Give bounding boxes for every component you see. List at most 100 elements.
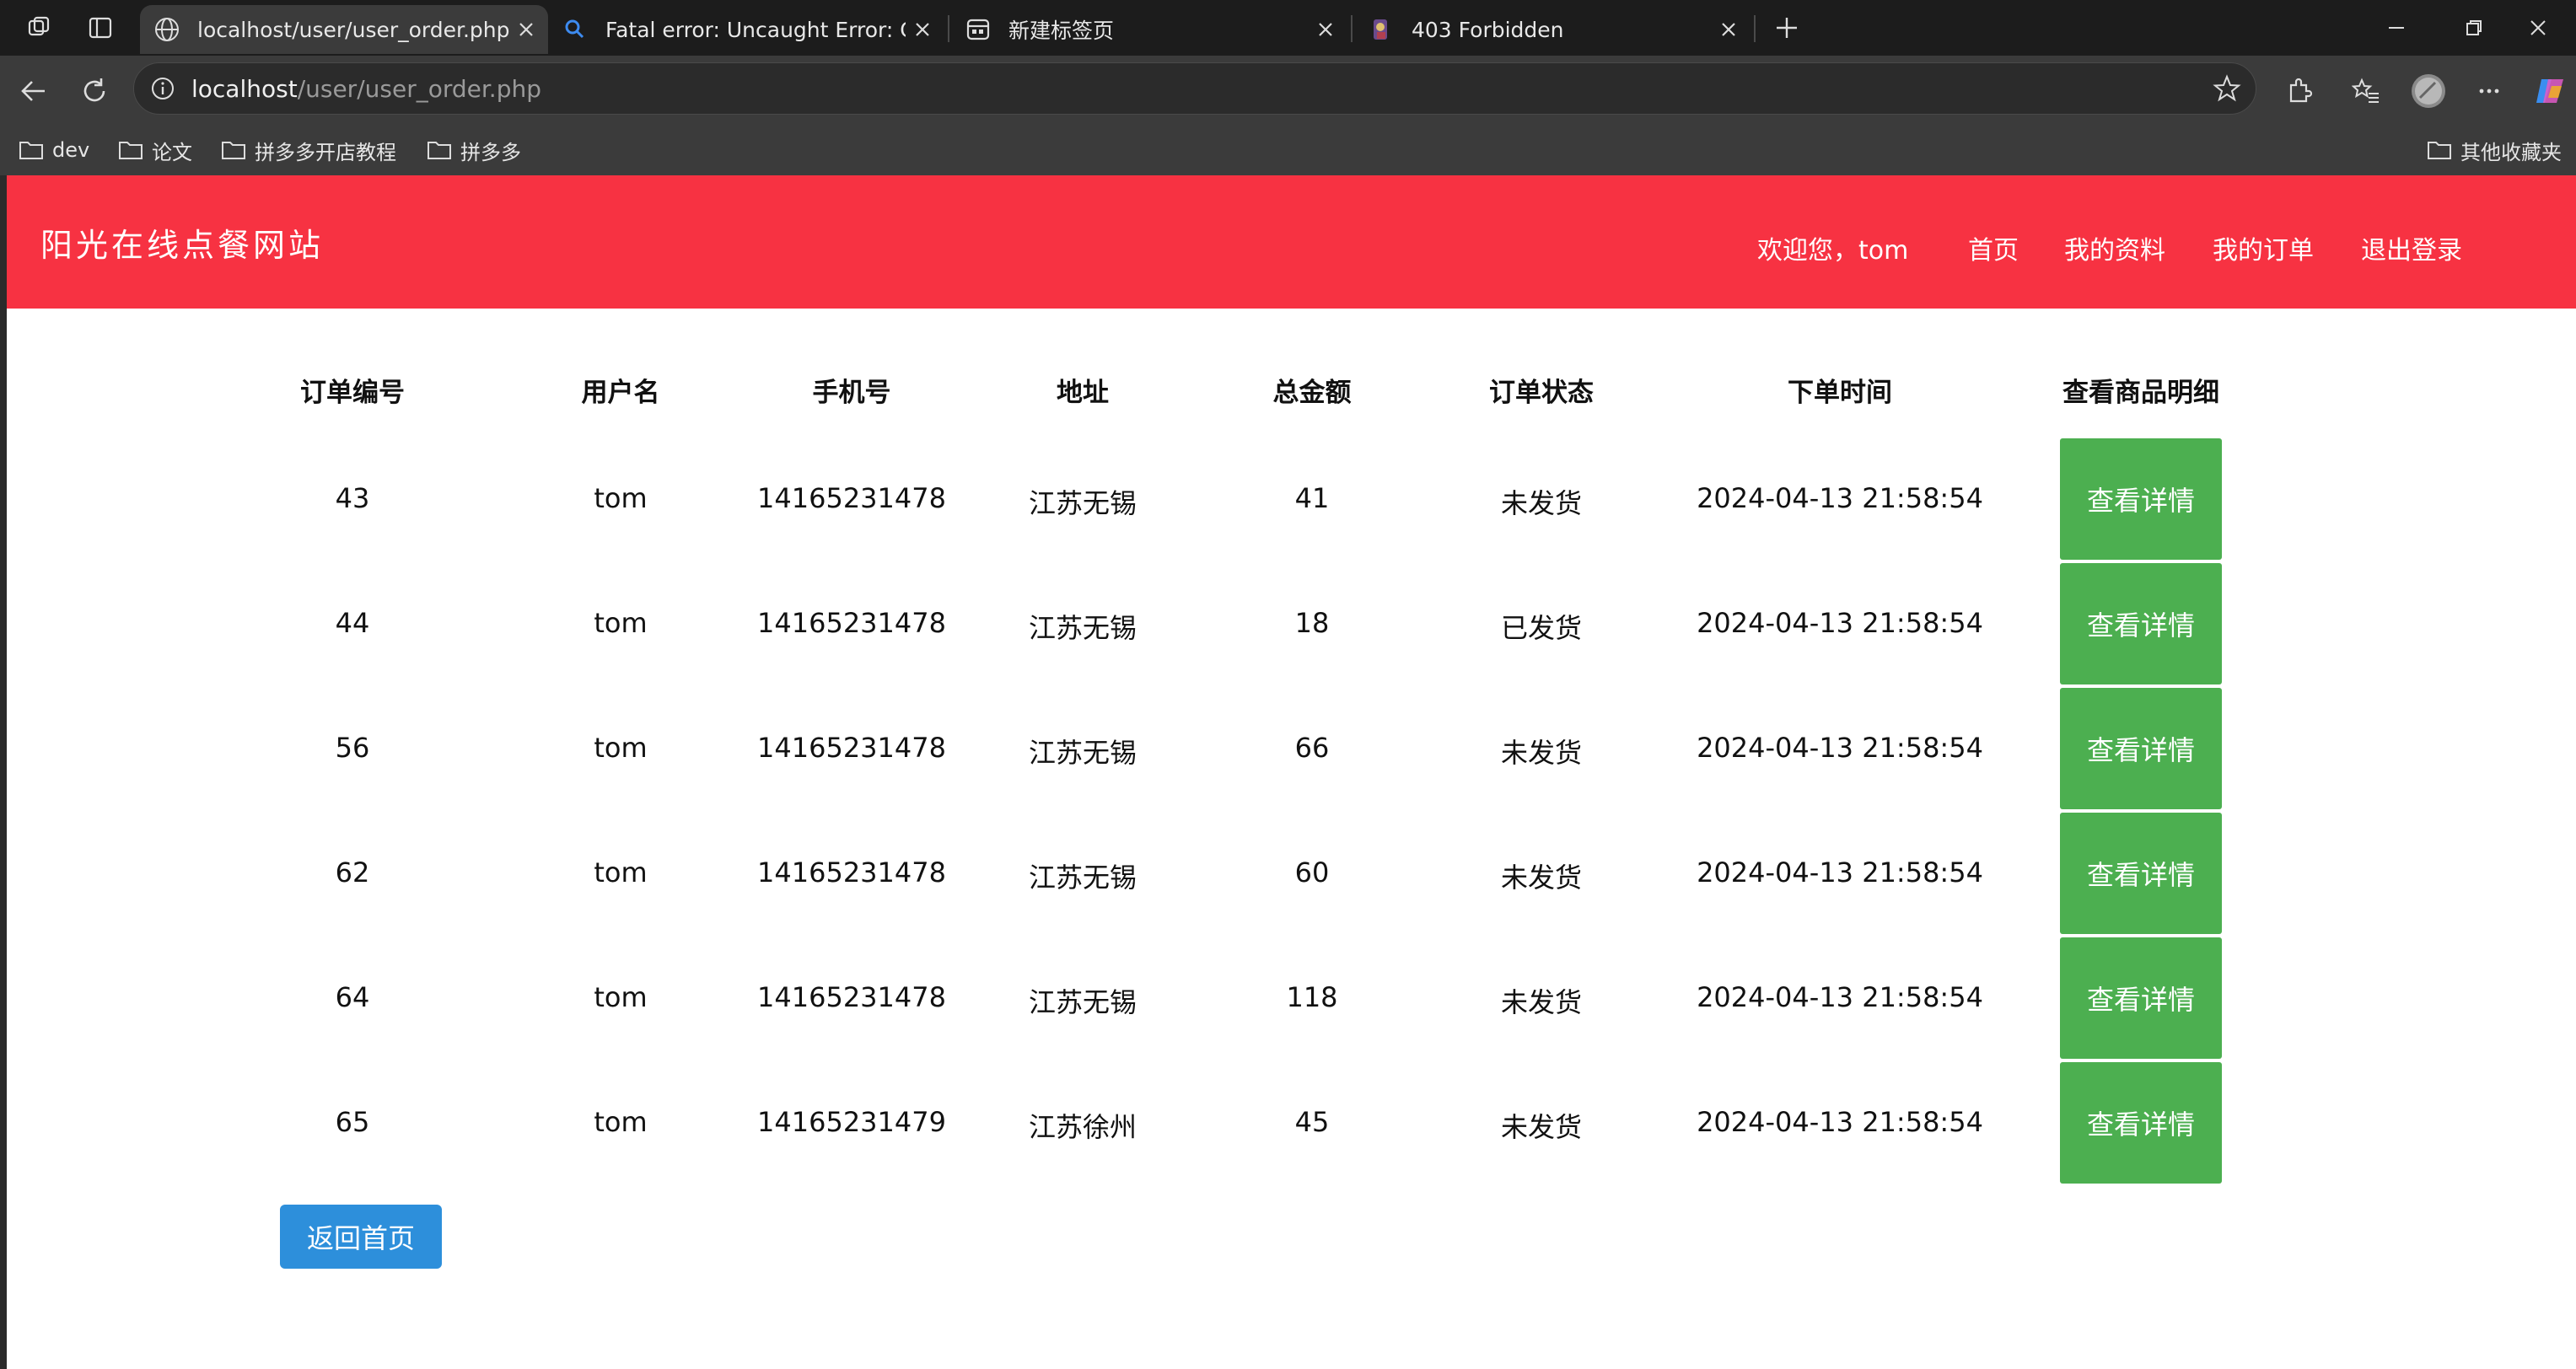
browser-tab-bar: localhost/user/user_order.php Fatal erro… — [0, 0, 2576, 56]
cell-order-time: 2024-04-13 21:58:54 — [1697, 1106, 1983, 1138]
cell-order-id: 56 — [335, 732, 370, 764]
cell-status: 未发货 — [1500, 986, 1583, 1018]
favorites-icon[interactable] — [2347, 72, 2385, 110]
url-host: localhost — [191, 75, 298, 103]
nav-logout-link[interactable]: 退出登录 — [2361, 229, 2462, 266]
folder-icon — [119, 142, 143, 159]
tab-user-order[interactable]: localhost/user/user_order.php — [140, 5, 548, 54]
tab-fatal-error[interactable]: Fatal error: Uncaught Error: Call to — [548, 5, 944, 54]
cell-phone: 14165231478 — [757, 732, 946, 764]
cell-phone: 14165231478 — [757, 482, 946, 514]
cell-total: 41 — [1294, 482, 1330, 514]
site-header: 阳光在线点餐网站 欢迎您，tom 首页 我的资料 我的订单 退出登录 — [7, 175, 2576, 309]
close-window-button[interactable] — [2499, 0, 2576, 56]
column-header-order-time: 下单时间 — [1788, 378, 1892, 408]
cell-address: 江苏无锡 — [1028, 862, 1137, 894]
cell-address: 江苏徐州 — [1028, 1111, 1137, 1143]
vertical-tabs-icon[interactable] — [84, 12, 116, 44]
nav-home-link[interactable]: 首页 — [1968, 229, 2019, 266]
cell-username: tom — [594, 607, 648, 639]
cell-total: 45 — [1294, 1106, 1330, 1138]
site-title: 阳光在线点餐网站 — [40, 227, 325, 264]
cell-status: 已发货 — [1500, 612, 1583, 644]
new-tab-button[interactable] — [1769, 10, 1804, 46]
tab-separator — [948, 15, 949, 42]
bookmark-other-favorites[interactable]: 其他收藏夹 — [2427, 133, 2562, 167]
view-details-button[interactable]: 查看详情 — [2060, 813, 2222, 934]
favorite-star-icon[interactable] — [2210, 72, 2244, 105]
cell-total: 66 — [1294, 732, 1330, 764]
back-to-home-button[interactable]: 返回首页 — [280, 1205, 442, 1269]
column-header-total: 总金额 — [1272, 378, 1352, 408]
tab-separator — [1754, 15, 1756, 42]
extensions-icon[interactable] — [2280, 72, 2317, 110]
cell-address: 江苏无锡 — [1028, 487, 1137, 519]
view-details-button[interactable]: 查看详情 — [2060, 1062, 2222, 1184]
cell-phone: 14165231478 — [757, 607, 946, 639]
site-info-icon[interactable] — [148, 73, 178, 104]
column-header-order-id: 订单编号 — [300, 378, 405, 408]
tab-separator — [1351, 15, 1353, 42]
cell-order-time: 2024-04-13 21:58:54 — [1697, 732, 1983, 764]
refresh-icon[interactable] — [76, 72, 113, 110]
welcome-text: 欢迎您，tom — [1757, 236, 1909, 266]
cell-total: 18 — [1294, 607, 1330, 639]
column-header-phone: 手机号 — [812, 378, 891, 408]
nav-profile-link[interactable]: 我的资料 — [2064, 229, 2165, 266]
view-details-button[interactable]: 查看详情 — [2060, 563, 2222, 684]
url-path: /user/user_order.php — [297, 75, 541, 103]
bookmark-pdd-tutorial[interactable]: 拼多多开店教程 — [221, 133, 396, 167]
copilot-icon[interactable] — [2531, 72, 2568, 110]
cell-order-time: 2024-04-13 21:58:54 — [1697, 482, 1983, 514]
cell-order-time: 2024-04-13 21:58:54 — [1697, 856, 1983, 889]
cell-status: 未发货 — [1500, 1111, 1583, 1143]
tab-title: Fatal error: Uncaught Error: Call to — [605, 17, 906, 42]
folder-icon — [19, 142, 43, 159]
cell-phone: 14165231478 — [757, 981, 946, 1013]
close-tab-icon[interactable] — [1309, 13, 1342, 46]
cell-order-id: 43 — [335, 482, 370, 514]
bookmark-label: 拼多多开店教程 — [255, 140, 396, 164]
bookmark-label: dev — [52, 138, 90, 162]
cell-username: tom — [594, 856, 648, 889]
window-left-edge — [0, 175, 7, 1369]
nav-orders-link[interactable]: 我的订单 — [2213, 229, 2314, 266]
minimize-button[interactable] — [2358, 0, 2435, 56]
bookmark-label: 其他收藏夹 — [2460, 140, 2562, 164]
cell-status: 未发货 — [1500, 737, 1583, 769]
bookmark-dev[interactable]: dev — [19, 133, 89, 167]
site-favicon — [1366, 14, 1396, 45]
cell-phone: 14165231479 — [757, 1106, 946, 1138]
cell-order-id: 65 — [335, 1106, 370, 1138]
cell-order-time: 2024-04-13 21:58:54 — [1697, 981, 1983, 1013]
bookmark-label: 拼多多 — [460, 140, 521, 164]
column-header-username: 用户名 — [581, 378, 660, 408]
profile-avatar-icon[interactable] — [2410, 72, 2447, 110]
view-details-button[interactable]: 查看详情 — [2060, 937, 2222, 1059]
close-tab-icon[interactable] — [1712, 13, 1745, 46]
column-header-address: 地址 — [1057, 378, 1109, 408]
address-bar[interactable]: localhost/user/user_order.php — [133, 62, 2256, 115]
folder-icon — [428, 142, 451, 159]
browser-toolbar: localhost/user/user_order.php — [0, 56, 2576, 125]
close-tab-icon[interactable] — [509, 13, 543, 46]
page-viewport: 阳光在线点餐网站 欢迎您，tom 首页 我的资料 我的订单 退出登录 订单编号 … — [7, 175, 2576, 1369]
cell-address: 江苏无锡 — [1028, 612, 1137, 644]
more-menu-icon[interactable] — [2471, 72, 2508, 110]
bookmark-papers[interactable]: 论文 — [118, 133, 192, 167]
tab-title: 新建标签页 — [1008, 19, 1115, 43]
tab-title: 403 Forbidden — [1412, 17, 1564, 42]
view-details-button[interactable]: 查看详情 — [2060, 438, 2222, 560]
view-details-button[interactable]: 查看详情 — [2060, 688, 2222, 809]
folder-icon — [222, 142, 245, 159]
cell-status: 未发货 — [1500, 487, 1583, 519]
tab-new-tab[interactable]: 新建标签页 — [951, 5, 1347, 54]
back-arrow-icon[interactable] — [15, 72, 52, 110]
bookmark-label: 论文 — [152, 140, 192, 164]
bookmark-pdd[interactable]: 拼多多 — [427, 133, 521, 167]
close-tab-icon[interactable] — [906, 13, 939, 46]
column-header-status: 订单状态 — [1489, 378, 1594, 408]
bookmarks-bar: dev 论文 拼多多开店教程 拼多多 其他收藏夹 — [0, 125, 2576, 176]
workspaces-icon[interactable] — [24, 12, 56, 44]
tab-403-forbidden[interactable]: 403 Forbidden — [1354, 5, 1750, 54]
